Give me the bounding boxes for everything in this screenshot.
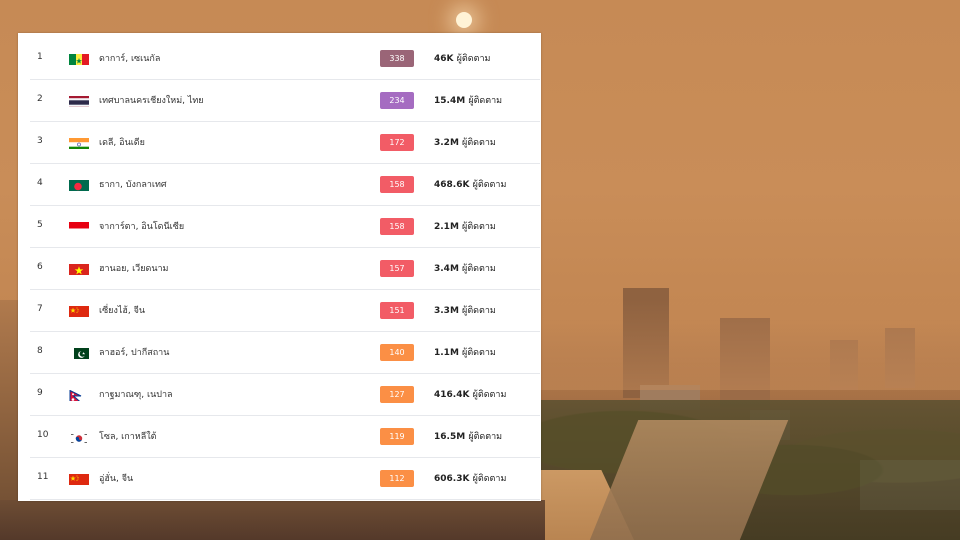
- city-name[interactable]: ดาการ์, เซเนกัล: [99, 51, 160, 65]
- ranking-row[interactable]: 10 โซล, เกาหลีใต้ 119 16.5M ผู้ติดตาม: [30, 416, 540, 458]
- aqi-badge: 157: [380, 260, 414, 277]
- ranking-row[interactable]: 9 กาฐมาณฑุ, เนปาล 127 416.4K ผู้ติดตาม: [30, 374, 540, 416]
- aqi-badge: 140: [380, 344, 414, 361]
- city-name[interactable]: กาฐมาณฑุ, เนปาล: [99, 387, 173, 401]
- followers-count: 2.1M ผู้ติดตาม: [434, 222, 496, 232]
- city-name[interactable]: ธากา, บังกลาเทศ: [99, 177, 167, 191]
- aqi-badge: 127: [380, 386, 414, 403]
- rank-number: 10: [37, 430, 49, 440]
- aqi-badge: 112: [380, 470, 414, 487]
- followers-count: 606.3K ผู้ติดตาม: [434, 474, 507, 484]
- ranking-row[interactable]: 5 จาการ์ตา, อินโดนีเซีย 158 2.1M ผู้ติดต…: [30, 206, 540, 248]
- ranking-row[interactable]: 2 เทศบาลนครเชียงใหม่, ไทย 234 15.4M ผู้ต…: [30, 80, 540, 122]
- aqi-badge: 158: [380, 176, 414, 193]
- followers-count: 15.4M ผู้ติดตาม: [434, 96, 503, 106]
- city-name[interactable]: อู่ฮั่น, จีน: [99, 471, 133, 485]
- aqi-badge: 172: [380, 134, 414, 151]
- city-name[interactable]: เทศบาลนครเชียงใหม่, ไทย: [99, 93, 204, 107]
- rooftops: [0, 500, 545, 540]
- vietnam-flag-icon: [69, 262, 89, 275]
- ranking-row[interactable]: 3 เดลี, อินเดีย 172 3.2M ผู้ติดตาม: [30, 122, 540, 164]
- rank-number: 6: [37, 262, 43, 272]
- indonesia-flag-icon: [69, 220, 89, 233]
- aqi-badge: 158: [380, 218, 414, 235]
- rank-number: 3: [37, 136, 43, 146]
- rank-number: 7: [37, 304, 43, 314]
- followers-count: 468.6K ผู้ติดตาม: [434, 180, 507, 190]
- city-name[interactable]: จาการ์ตา, อินโดนีเซีย: [99, 219, 184, 233]
- followers-count: 3.2M ผู้ติดตาม: [434, 138, 496, 148]
- ranking-row[interactable]: 8 ลาฮอร์, ปากีสถาน 140 1.1M ผู้ติดตาม: [30, 332, 540, 374]
- rank-number: 9: [37, 388, 43, 398]
- china-flag-icon: [69, 304, 89, 317]
- rank-number: 8: [37, 346, 43, 356]
- aqi-badge: 151: [380, 302, 414, 319]
- pakistan-flag-icon: [69, 346, 89, 359]
- nepal-flag-icon: [69, 388, 89, 401]
- ranking-row[interactable]: 7 เซี่ยงไฮ้, จีน 151 3.3M ผู้ติดตาม: [30, 290, 540, 332]
- followers-count: 1.1M ผู้ติดตาม: [434, 348, 496, 358]
- aqi-badge: 234: [380, 92, 414, 109]
- bangladesh-flag-icon: [69, 178, 89, 191]
- aqi-badge: 119: [380, 428, 414, 445]
- city-name[interactable]: เดลี, อินเดีย: [99, 135, 145, 149]
- ranking-row[interactable]: 6 ฮานอย, เวียดนาม 157 3.4M ผู้ติดตาม: [30, 248, 540, 290]
- followers-count: 16.5M ผู้ติดตาม: [434, 432, 503, 442]
- ranking-row[interactable]: 4 ธากา, บังกลาเทศ 158 468.6K ผู้ติดตาม: [30, 164, 540, 206]
- city-name[interactable]: ฮานอย, เวียดนาม: [99, 261, 169, 275]
- thailand-flag-icon: [69, 94, 89, 107]
- followers-count: 416.4K ผู้ติดตาม: [434, 390, 507, 400]
- followers-count: 3.3M ผู้ติดตาม: [434, 306, 496, 316]
- city-ranking-list: 1 ดาการ์, เซเนกัล 338 46K ผู้ติดตาม 2 เท…: [18, 33, 541, 501]
- sun: [456, 12, 472, 28]
- india-flag-icon: [69, 136, 89, 149]
- rank-number: 1: [37, 52, 43, 62]
- city-name[interactable]: ลาฮอร์, ปากีสถาน: [99, 345, 169, 359]
- china-flag-icon: [69, 472, 89, 485]
- city-name[interactable]: โซล, เกาหลีใต้: [99, 429, 156, 443]
- followers-count: 46K ผู้ติดตาม: [434, 54, 491, 64]
- ranking-row[interactable]: 11 อู่ฮั่น, จีน 112 606.3K ผู้ติดตาม: [30, 458, 540, 500]
- rank-number: 4: [37, 178, 43, 188]
- followers-count: 3.4M ผู้ติดตาม: [434, 264, 496, 274]
- city-name[interactable]: เซี่ยงไฮ้, จีน: [99, 303, 145, 317]
- ranking-row[interactable]: 1 ดาการ์, เซเนกัล 338 46K ผู้ติดตาม: [30, 38, 540, 80]
- south-korea-flag-icon: [69, 430, 89, 443]
- rank-number: 2: [37, 94, 43, 104]
- aqi-badge: 338: [380, 50, 414, 67]
- rank-number: 11: [37, 472, 49, 482]
- rank-number: 5: [37, 220, 43, 230]
- senegal-flag-icon: [69, 52, 89, 65]
